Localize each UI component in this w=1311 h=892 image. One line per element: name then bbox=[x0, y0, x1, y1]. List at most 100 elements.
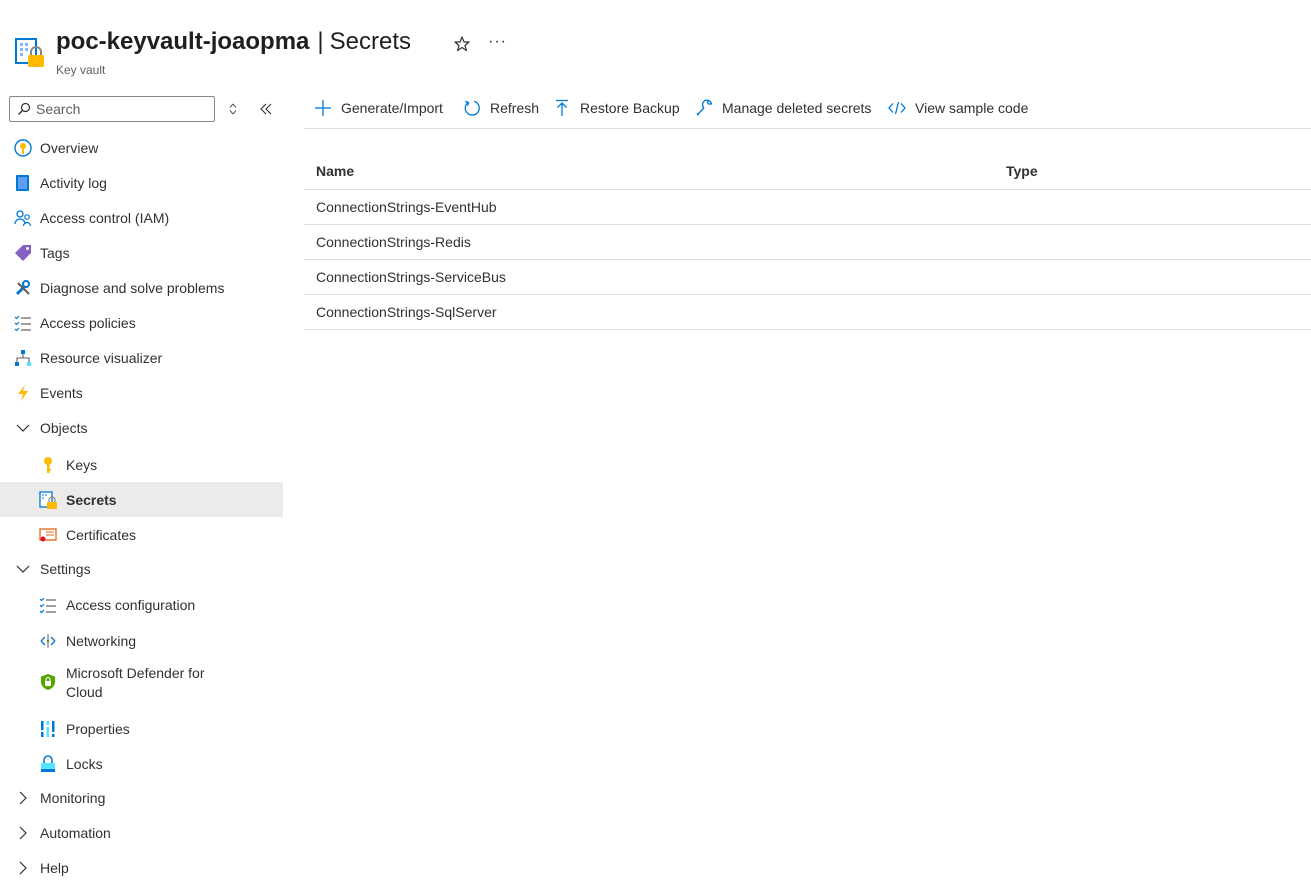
sidebar-item-events[interactable]: Events bbox=[0, 375, 283, 410]
secret-name-cell[interactable]: ConnectionStrings-SqlServer bbox=[316, 304, 497, 320]
table-row[interactable]: ConnectionStrings-EventHub bbox=[304, 190, 1311, 225]
sidebar-item-access-policies[interactable]: Access policies bbox=[0, 305, 283, 340]
table-row[interactable]: ConnectionStrings-ServiceBus bbox=[304, 260, 1311, 295]
tag-icon bbox=[14, 244, 32, 262]
sidebar-item-label: Diagnose and solve problems bbox=[40, 280, 225, 296]
sidebar-item-diagnose[interactable]: Diagnose and solve problems bbox=[0, 270, 283, 305]
code-icon bbox=[888, 99, 906, 117]
sidebar-item-keys[interactable]: Keys bbox=[0, 447, 283, 482]
shield-icon bbox=[39, 673, 57, 691]
sort-updown-icon[interactable] bbox=[226, 101, 240, 117]
hierarchy-icon bbox=[14, 349, 32, 367]
table-header: Name Type bbox=[304, 152, 1311, 190]
sidebar-item-label: Networking bbox=[66, 633, 137, 649]
table-row[interactable]: ConnectionStrings-SqlServer bbox=[304, 295, 1311, 330]
blade-title: Secrets bbox=[329, 28, 412, 55]
lightning-icon bbox=[14, 384, 32, 402]
key-icon bbox=[39, 456, 57, 474]
key-vault-icon bbox=[14, 37, 46, 69]
sidebar-item-label: Overview bbox=[40, 140, 99, 156]
sidebar-item-defender[interactable]: Microsoft Defender for Cloud bbox=[0, 658, 283, 710]
resource-name: poc-keyvault-joaopma bbox=[56, 28, 310, 55]
view-sample-code-label: View sample code bbox=[915, 100, 1029, 116]
blade-header: poc-keyvault-joaopma | Secrets ··· Key vau… bbox=[0, 0, 1311, 92]
sidebar-item-resource-visualizer[interactable]: Resource visualizer bbox=[0, 340, 283, 375]
table-row[interactable]: ConnectionStrings-Redis bbox=[304, 225, 1311, 260]
sidebar-group-label: Settings bbox=[40, 561, 91, 577]
sidebar-item-certificates[interactable]: Certificates bbox=[0, 517, 283, 552]
sidebar-item-label: Properties bbox=[66, 721, 130, 737]
lock-icon bbox=[39, 755, 57, 773]
properties-icon bbox=[39, 720, 57, 738]
chevron-right-icon bbox=[14, 824, 32, 842]
chevron-right-icon bbox=[14, 789, 32, 807]
chevron-right-icon bbox=[14, 859, 32, 877]
sidebar-group-objects[interactable]: Objects bbox=[0, 410, 283, 445]
sidebar-item-locks[interactable]: Locks bbox=[0, 746, 283, 781]
menu-search-box[interactable] bbox=[9, 96, 215, 122]
sidebar-group-label: Objects bbox=[40, 420, 88, 436]
search-icon bbox=[17, 102, 31, 116]
manage-deleted-label: Manage deleted secrets bbox=[722, 100, 872, 116]
sidebar-item-tags[interactable]: Tags bbox=[0, 235, 283, 270]
secret-name-cell[interactable]: ConnectionStrings-Redis bbox=[316, 234, 471, 250]
resource-type-subtitle: Key vault bbox=[56, 63, 106, 77]
wrench-icon bbox=[695, 99, 713, 117]
sidebar-item-label: Resource visualizer bbox=[40, 350, 163, 366]
sidebar-item-overview[interactable]: Overview bbox=[0, 130, 283, 165]
sidebar-group-automation[interactable]: Automation bbox=[0, 815, 283, 850]
column-header-name[interactable]: Name bbox=[316, 163, 354, 179]
sidebar-item-activity-log[interactable]: Activity log bbox=[0, 165, 283, 200]
sidebar-item-label: Activity log bbox=[40, 175, 107, 191]
upload-arrow-icon bbox=[553, 99, 571, 117]
sidebar-item-label: Secrets bbox=[66, 492, 117, 508]
secret-icon bbox=[39, 491, 57, 509]
refresh-label: Refresh bbox=[490, 100, 540, 116]
sidebar-item-label: Locks bbox=[66, 756, 103, 772]
column-header-type[interactable]: Type bbox=[1006, 163, 1038, 179]
sidebar-item-label: Access configuration bbox=[66, 597, 196, 613]
sidebar-group-help[interactable]: Help bbox=[0, 850, 283, 885]
page-title: poc-keyvault-joaopma | Secrets bbox=[56, 28, 411, 56]
chevron-down-icon bbox=[14, 560, 32, 578]
restore-backup-label: Restore Backup bbox=[580, 100, 680, 116]
sidebar-group-label: Automation bbox=[40, 825, 111, 841]
search-input[interactable] bbox=[36, 99, 211, 119]
plus-icon bbox=[314, 99, 332, 117]
checklist-icon bbox=[14, 314, 32, 332]
sidebar-item-access-configuration[interactable]: Access configuration bbox=[0, 587, 283, 622]
generate-import-label: Generate/Import bbox=[341, 100, 443, 116]
sidebar-group-monitoring[interactable]: Monitoring bbox=[0, 780, 283, 815]
certificate-icon bbox=[39, 526, 57, 544]
sidebar-group-label: Help bbox=[40, 860, 69, 876]
access-control-icon bbox=[14, 209, 32, 227]
sidebar-item-secrets[interactable]: Secrets bbox=[0, 482, 283, 517]
activity-log-icon bbox=[14, 174, 32, 192]
title-separator: | bbox=[317, 28, 324, 55]
sidebar-item-label: Tags bbox=[40, 245, 70, 261]
sidebar-item-label: Keys bbox=[66, 457, 98, 473]
more-options-button[interactable]: ··· bbox=[488, 33, 507, 51]
secrets-table: Name Type ConnectionStrings-EventHub Con… bbox=[304, 152, 1311, 330]
chevron-down-icon bbox=[14, 419, 32, 437]
wrench-icon bbox=[14, 279, 32, 297]
sidebar-item-networking[interactable]: Networking bbox=[0, 623, 283, 658]
sidebar-item-label: Microsoft Defender for Cloud bbox=[66, 665, 205, 700]
collapse-menu-icon[interactable] bbox=[258, 101, 274, 117]
sidebar-item-label: Access policies bbox=[40, 315, 136, 331]
sidebar-item-access-control[interactable]: Access control (IAM) bbox=[0, 200, 283, 235]
sidebar-item-label: Access control (IAM) bbox=[40, 210, 170, 226]
secret-name-cell[interactable]: ConnectionStrings-EventHub bbox=[316, 199, 497, 215]
networking-icon bbox=[39, 632, 57, 650]
secret-name-cell[interactable]: ConnectionStrings-ServiceBus bbox=[316, 269, 506, 285]
sidebar-item-label: Events bbox=[40, 385, 83, 401]
sidebar-group-settings[interactable]: Settings bbox=[0, 551, 283, 586]
checklist-icon bbox=[39, 596, 57, 614]
resource-menu: Overview Activity log Access control (IA… bbox=[0, 92, 283, 892]
command-bar: Generate/Import Refresh Restore Backup M… bbox=[304, 92, 1311, 129]
refresh-icon bbox=[463, 99, 481, 117]
sidebar-item-label: Certificates bbox=[66, 527, 137, 543]
sidebar-item-properties[interactable]: Properties bbox=[0, 711, 283, 746]
overview-icon bbox=[14, 139, 32, 157]
favorite-star-icon[interactable] bbox=[452, 34, 472, 54]
